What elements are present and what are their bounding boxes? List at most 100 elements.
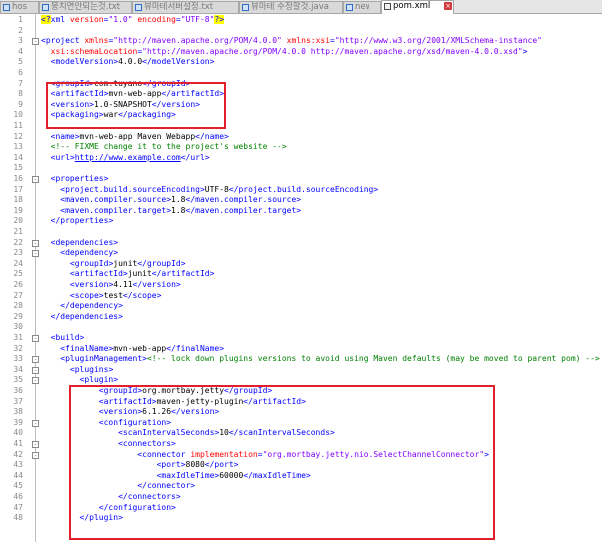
token-attr: xmlns:xsi bbox=[286, 36, 331, 46]
tab-4[interactable]: 뷰마테 수정할것.java bbox=[239, 1, 343, 13]
code-text: <scope>test</scope> bbox=[41, 290, 162, 302]
code-text: <?xml version="1.0" encoding="UTF-8"?> bbox=[41, 15, 225, 26]
token-tag: </name> bbox=[195, 131, 229, 141]
code-text: <finalName>mvn-web-app</finalName> bbox=[41, 344, 224, 355]
line-number: 44 bbox=[13, 470, 23, 480]
line-number: 38 bbox=[13, 407, 23, 417]
token-tag: <scope> bbox=[69, 290, 104, 300]
code-line: 28 </dependency> bbox=[0, 301, 602, 312]
fold-toggle-icon[interactable]: - bbox=[32, 176, 39, 183]
code-line: 4 xsi:schemaLocation="http://maven.apach… bbox=[0, 47, 602, 58]
fold-toggle-icon[interactable]: - bbox=[32, 250, 39, 258]
line-number: 14 bbox=[13, 152, 23, 162]
code-line: 16 - <properties> bbox=[0, 174, 602, 185]
token-txt: junit bbox=[127, 269, 152, 279]
token-tag: <modelVersion> bbox=[50, 57, 119, 67]
code-text: <!-- FIXME change it to the project's we… bbox=[41, 142, 287, 153]
line-number: 8 bbox=[18, 89, 23, 99]
token-txt: 1.8 bbox=[171, 195, 186, 205]
tab-5[interactable]: new 1 bbox=[343, 1, 381, 13]
file-icon bbox=[3, 4, 10, 11]
token-str: "UTF-8" bbox=[180, 15, 215, 24]
code-line: 26 <version>4.11</version> bbox=[0, 280, 602, 291]
file-icon bbox=[346, 4, 353, 11]
token-tag: </artifactId> bbox=[151, 269, 215, 279]
token-tag: </groupId> bbox=[137, 258, 186, 268]
token-tag: <groupId> bbox=[69, 258, 114, 268]
tab-1[interactable]: hosts bbox=[0, 1, 39, 13]
line-number: 37 bbox=[13, 396, 23, 406]
token-attr: xmlns bbox=[84, 36, 109, 46]
tab-2[interactable]: 뭉치면안되는것.txt bbox=[39, 1, 132, 13]
close-tab-icon[interactable]: × bbox=[444, 2, 452, 10]
line-number: 21 bbox=[13, 227, 23, 236]
line-number: 19 bbox=[13, 205, 23, 215]
token-txt: junit bbox=[113, 258, 138, 268]
code-line: 24 <groupId>junit</groupId> bbox=[0, 259, 602, 270]
token-tag: </project.build.sourceEncoding> bbox=[228, 184, 379, 194]
token-txt: 1.8 bbox=[171, 205, 186, 215]
token-attr: encoding bbox=[137, 15, 176, 24]
fold-toggle-icon[interactable]: - bbox=[32, 38, 39, 46]
line-number: 47 bbox=[13, 502, 23, 512]
token-pi: <? bbox=[41, 15, 51, 24]
fold-toggle-icon[interactable]: - bbox=[32, 451, 39, 459]
token-tag: > bbox=[522, 46, 528, 56]
token-tag: <finalName> bbox=[60, 343, 114, 353]
token-str: "1.0" bbox=[108, 15, 138, 24]
token-tag: </dependency> bbox=[60, 301, 123, 311]
fold-toggle-icon[interactable]: - bbox=[32, 366, 39, 374]
fold-toggle-icon[interactable]: - bbox=[32, 377, 39, 385]
token-txt: 4.11 bbox=[113, 280, 133, 289]
code-text: </dependencies> bbox=[41, 312, 123, 323]
fold-toggle-icon[interactable]: - bbox=[32, 419, 39, 427]
fold-toggle-icon[interactable]: - bbox=[32, 441, 39, 448]
token-tag: <properties> bbox=[50, 174, 109, 183]
highlight-box-project-coordinates bbox=[46, 82, 226, 129]
tab-6[interactable]: pom.xml × bbox=[381, 0, 454, 14]
line-number: 36 bbox=[13, 386, 23, 395]
line-number: 16 bbox=[13, 174, 23, 183]
code-text: <plugins> bbox=[41, 365, 113, 376]
code-text: </properties> bbox=[41, 216, 114, 227]
token-com: <!-- lock down plugins versions to avoid… bbox=[146, 354, 600, 364]
line-number: 22 bbox=[13, 237, 23, 247]
line-number: 5 bbox=[18, 57, 23, 67]
code-text: <maven.compiler.target>1.8</maven.compil… bbox=[41, 206, 301, 217]
line-number: 11 bbox=[13, 121, 23, 130]
token-txt: 4.0.0 bbox=[118, 57, 143, 67]
code-text: </dependency> bbox=[41, 301, 123, 312]
fold-toggle-icon[interactable]: - bbox=[32, 239, 39, 247]
tab-3[interactable]: 뷰마테서버설정.txt bbox=[132, 1, 239, 13]
token-tag: </finalName> bbox=[166, 343, 225, 353]
line-number: 29 bbox=[13, 311, 23, 321]
fold-toggle-icon[interactable]: - bbox=[32, 335, 39, 342]
token-tag: </properties> bbox=[50, 216, 114, 226]
line-number: 17 bbox=[13, 184, 23, 194]
token-attr: xsi:schemaLocation bbox=[50, 46, 138, 56]
fold-toggle-icon[interactable]: - bbox=[32, 356, 39, 364]
line-number: 40 bbox=[13, 428, 23, 438]
tab-label: pom.xml bbox=[393, 1, 431, 11]
token-url[interactable]: http://www.example.com bbox=[75, 153, 181, 162]
line-number: 31 bbox=[13, 333, 23, 342]
code-line: 23 - <dependency> bbox=[0, 248, 602, 259]
line-number: 46 bbox=[13, 492, 23, 501]
file-icon bbox=[135, 4, 142, 11]
line-number: 15 bbox=[13, 163, 23, 173]
code-line: 6 bbox=[0, 68, 602, 79]
code-line: 19 <maven.compiler.target>1.8</maven.com… bbox=[0, 206, 602, 217]
code-text: <dependency> bbox=[41, 248, 118, 259]
code-text: <maven.compiler.source>1.8</maven.compil… bbox=[41, 195, 301, 206]
token-txt: test bbox=[103, 290, 123, 300]
